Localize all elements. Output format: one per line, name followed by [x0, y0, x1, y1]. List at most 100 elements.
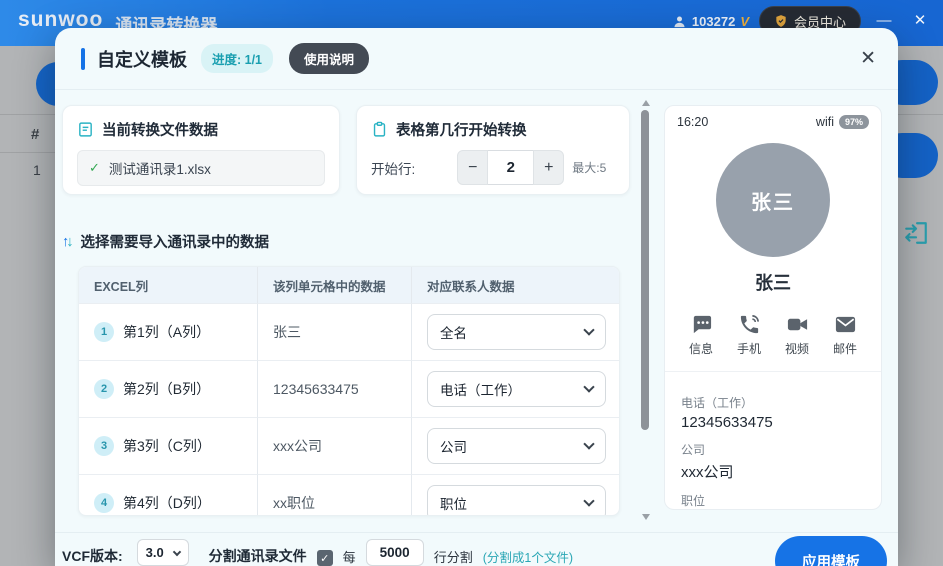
dialog-close-icon[interactable]: ✕	[860, 47, 876, 70]
row-number-badge: 4	[94, 493, 114, 513]
start-row-card-title: 表格第几行开始转换	[396, 123, 527, 139]
cell-sample-data: 张三	[273, 324, 301, 340]
excel-column-label: 第4列（D列）	[123, 495, 211, 511]
shield-icon	[774, 14, 788, 28]
column-header: 该列单元格中的数据	[257, 267, 411, 303]
split-rows-input[interactable]	[365, 539, 424, 566]
transfer-file-icon	[903, 220, 929, 246]
converted-file-item[interactable]: ✓ 测试通讯录1.xlsx	[77, 150, 325, 186]
phone-status-bar: 16:20 wifi 97%	[665, 106, 881, 129]
start-row-stepper: − +	[457, 150, 565, 185]
split-result-hint: (分割成1个文件)	[482, 551, 573, 565]
mapping-title-text: 选择需要导入通讯录中的数据	[80, 235, 270, 251]
divider	[898, 114, 943, 115]
user-account[interactable]: 103272 V	[672, 14, 749, 29]
cell-sample-data: 12345633475	[273, 381, 359, 397]
action-label: 邮件	[832, 342, 857, 356]
chevron-down-icon	[583, 381, 595, 393]
contact-preview-panel: 16:20 wifi 97% 张三 张三 信息 手机 视频 邮件 电话（工作） …	[664, 105, 882, 510]
chevron-down-icon	[583, 324, 595, 336]
contact-field-select[interactable]: 电话（工作）	[427, 371, 606, 407]
mapping-section-title: ↑↓ 选择需要导入通讯录中的数据	[62, 231, 269, 252]
detail-value: xxx公司	[681, 464, 734, 481]
user-icon	[672, 14, 687, 29]
title-accent-bar	[81, 47, 85, 70]
vcf-version-label: VCF版本:	[62, 548, 123, 564]
window-close-button[interactable]: ✕	[907, 6, 933, 36]
dialog-title: 自定义模板	[97, 49, 187, 70]
vip-badge-icon: V	[740, 13, 749, 29]
status-time: 16:20	[677, 115, 709, 129]
divider	[0, 114, 55, 115]
current-file-card: 当前转换文件数据 ✓ 测试通讯录1.xlsx	[62, 105, 340, 195]
chevron-down-icon	[172, 547, 181, 556]
wifi-label: wifi	[815, 115, 834, 129]
action-label: 信息	[688, 342, 713, 356]
detail-label: 电话（工作）	[681, 396, 754, 410]
battery-indicator: 97%	[838, 115, 869, 129]
message-action: 信息	[681, 313, 721, 357]
contact-field-select[interactable]: 全名	[427, 314, 606, 350]
app-window: # 1 sunwoo 通讯录转换器 103272 V 会员中心 — ✕ 自定义模…	[0, 0, 943, 566]
background-table-column-header: #	[31, 126, 40, 143]
help-button[interactable]: 使用说明	[289, 43, 370, 74]
detail-label: 公司	[681, 443, 706, 457]
stepper-minus-button[interactable]: −	[457, 150, 489, 185]
phone-action: 手机	[729, 313, 769, 357]
video-icon	[786, 313, 809, 336]
user-id: 103272	[691, 13, 736, 29]
stepper-plus-button[interactable]: +	[533, 150, 565, 185]
mail-action: 邮件	[825, 313, 865, 357]
start-row-card: 表格第几行开始转换 开始行: − + 最大:5	[356, 105, 630, 195]
dialog-header: 自定义模板 进度: 1/1 使用说明 ✕	[55, 28, 898, 90]
mapping-table: EXCEL列 该列单元格中的数据 对应联系人数据 1 第1列（A列） 张三 全名	[78, 266, 620, 516]
contact-field-select[interactable]: 公司	[427, 428, 606, 464]
excel-column-label: 第3列（C列）	[123, 438, 211, 454]
dialog-scrollbar[interactable]	[640, 100, 652, 520]
message-icon	[690, 313, 713, 336]
detail-label: 职位	[681, 494, 706, 508]
action-label: 手机	[736, 342, 761, 356]
chevron-down-icon	[583, 495, 595, 507]
excel-column-label: 第2列（B列）	[123, 381, 211, 397]
chevron-down-icon	[583, 438, 595, 450]
cell-sample-data: xx职位	[273, 495, 315, 511]
row-number-badge: 3	[94, 436, 114, 456]
apply-template-button[interactable]: 应用模板	[775, 536, 887, 566]
column-header: 对应联系人数据	[411, 267, 619, 303]
phone-icon	[738, 313, 761, 336]
split-file-checkbox[interactable]: ✓	[316, 550, 333, 566]
start-row-max-hint: 最大:5	[572, 161, 607, 175]
scrollbar-thumb[interactable]	[641, 110, 649, 430]
video-action: 视频	[777, 313, 817, 357]
detail-value: 12345633475	[681, 414, 773, 431]
contact-details: 电话（工作） 12345633475 公司 xxx公司 职位 xx职位	[665, 372, 881, 509]
mapping-table-row: 4 第4列（D列） xx职位 职位	[79, 474, 619, 515]
dialog-footer: VCF版本: 3.0 分割通讯录文件 ✓ 每 行分割 (分割成1个文件)	[55, 532, 898, 566]
file-name: 测试通讯录1.xlsx	[108, 162, 211, 177]
vcf-version-select[interactable]: 3.0	[136, 539, 189, 566]
background-table-row-number: 1	[33, 162, 41, 178]
clipboard-icon	[371, 121, 388, 138]
mapping-table-header: EXCEL列 该列单元格中的数据 对应联系人数据	[79, 267, 619, 303]
rows-split-label: 行分割	[433, 550, 473, 565]
contact-field-select[interactable]: 职位	[427, 485, 606, 515]
progress-badge: 进度: 1/1	[201, 44, 274, 73]
document-icon	[77, 121, 94, 138]
action-label: 视频	[784, 342, 809, 356]
mapping-table-row: 1 第1列（A列） 张三 全名	[79, 303, 619, 360]
start-row-value-input[interactable]	[488, 150, 534, 185]
contact-name: 张三	[755, 273, 791, 293]
column-header: EXCEL列	[94, 279, 149, 294]
row-number-badge: 2	[94, 379, 114, 399]
divider	[0, 152, 55, 153]
mapping-table-row: 2 第2列（B列） 12345633475 电话（工作）	[79, 360, 619, 417]
custom-template-dialog: 自定义模板 进度: 1/1 使用说明 ✕ 当前转换文件数据 ✓ 测试通讯录1.x…	[55, 28, 898, 566]
mail-icon	[834, 313, 857, 336]
scroll-down-icon[interactable]	[642, 514, 650, 520]
excel-column-label: 第1列（A列）	[123, 324, 211, 340]
scroll-up-icon[interactable]	[642, 100, 650, 106]
sort-arrows-icon: ↑↓	[62, 233, 74, 250]
split-file-label: 分割通讯录文件	[208, 548, 307, 564]
start-row-label: 开始行:	[371, 161, 416, 177]
